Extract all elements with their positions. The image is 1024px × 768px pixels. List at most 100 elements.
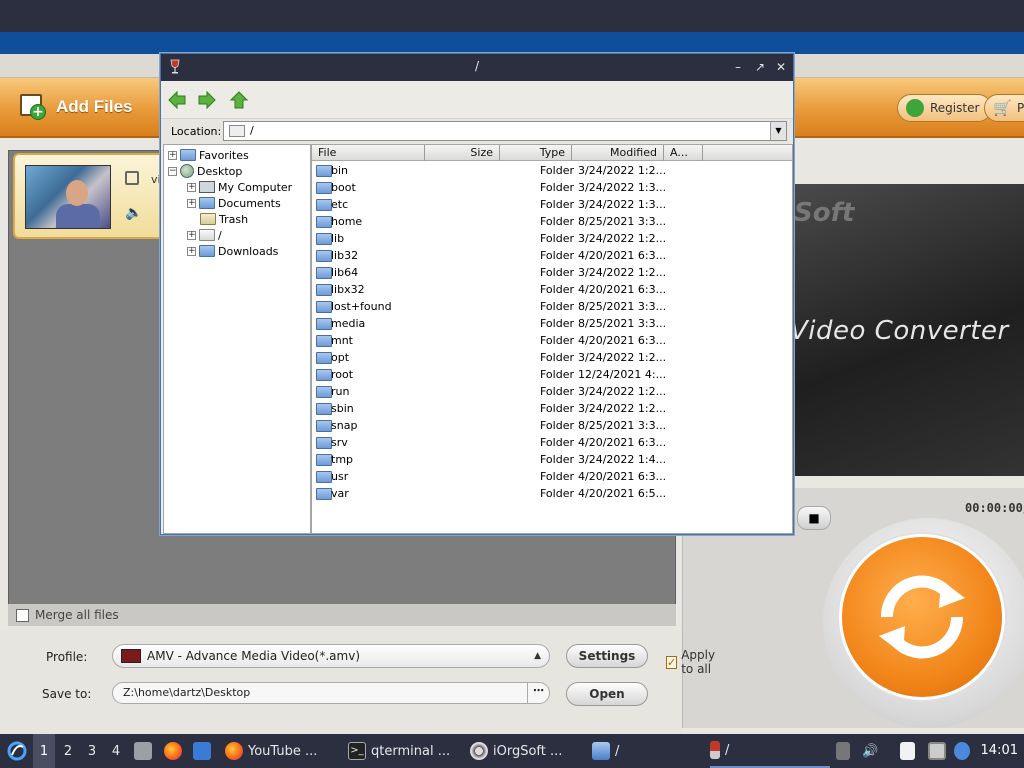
browse-button[interactable]: ⋯: [527, 682, 549, 704]
tree-item-root[interactable]: + /: [187, 227, 222, 243]
tree-expander[interactable]: +: [168, 150, 177, 160]
workspace-2[interactable]: 2: [57, 734, 79, 768]
tray-notifications[interactable]: [954, 734, 970, 768]
file-row[interactable]: srv Folder 4/20/2021 6:3...: [312, 435, 792, 452]
file-row[interactable]: tmp Folder 3/24/2022 1:4...: [312, 452, 792, 469]
tree-expander[interactable]: +: [187, 198, 196, 208]
close-button[interactable]: ✕: [772, 58, 790, 76]
start-menu-button[interactable]: [4, 734, 30, 768]
file-name: lib: [331, 232, 345, 245]
file-row[interactable]: opt Folder 3/24/2022 1:2...: [312, 350, 792, 367]
tree-item-trash[interactable]: Trash: [200, 211, 248, 227]
combo-arrow-icon[interactable]: ▼: [770, 122, 786, 140]
file-type: Folder: [540, 215, 574, 228]
open-button[interactable]: Open: [566, 682, 648, 706]
column-header-type[interactable]: Type: [500, 145, 572, 161]
apply-all-checkbox[interactable]: ✓: [666, 655, 678, 669]
add-files-button[interactable]: + Add Files: [20, 94, 133, 120]
tree-item-favorites[interactable]: + Favorites: [168, 147, 249, 163]
tree-expander[interactable]: −: [168, 166, 177, 176]
file-row[interactable]: boot Folder 3/24/2022 1:3...: [312, 180, 792, 197]
file-row[interactable]: etc Folder 3/24/2022 1:3...: [312, 197, 792, 214]
file-row[interactable]: lib64 Folder 3/24/2022 1:2...: [312, 265, 792, 282]
merge-checkbox[interactable]: [16, 608, 29, 622]
folder-icon: [316, 420, 332, 432]
task-folder[interactable]: /: [592, 734, 619, 768]
file-row[interactable]: root Folder 12/24/2021 4:...: [312, 367, 792, 384]
task-label: /: [615, 743, 620, 759]
file-row[interactable]: media Folder 8/25/2021 3:3...: [312, 316, 792, 333]
task-youtube[interactable]: YouTube ...: [225, 734, 317, 768]
tree-label: My Computer: [218, 180, 293, 194]
folder-tree: + Favorites − Desktop + My Computer + Do…: [163, 144, 311, 534]
snapshot-button[interactable]: ■: [797, 506, 831, 530]
minimize-button[interactable]: –: [729, 58, 747, 76]
clipboard-icon: [900, 742, 915, 760]
quicklaunch-files[interactable]: [134, 734, 152, 768]
speaker-icon: 🔈: [125, 205, 143, 221]
tree-expander[interactable]: +: [187, 246, 196, 256]
column-header-size[interactable]: Size: [425, 145, 500, 161]
merge-all-files[interactable]: Merge all files: [8, 604, 676, 626]
file-row[interactable]: libx32 Folder 4/20/2021 6:3...: [312, 282, 792, 299]
task-iorgsoft[interactable]: iOrgSoft ...: [470, 734, 562, 768]
file-name: mnt: [331, 334, 353, 347]
buy-button[interactable]: 🛒 P: [984, 94, 1024, 122]
task-qterminal[interactable]: >_ qterminal ...: [348, 734, 450, 768]
workspace-4[interactable]: 4: [105, 734, 127, 768]
file-row[interactable]: mnt Folder 4/20/2021 6:3...: [312, 333, 792, 350]
folder-icon: [316, 267, 332, 279]
file-row[interactable]: lib Folder 3/24/2022 1:2...: [312, 231, 792, 248]
restore-button[interactable]: ↗: [751, 58, 769, 76]
tree-item-desktop[interactable]: − Desktop: [168, 163, 242, 179]
tree-item-downloads[interactable]: + Downloads: [187, 243, 278, 259]
apply-to-all[interactable]: ✓ Apply to all: [666, 648, 717, 676]
file-row[interactable]: var Folder 4/20/2021 6:5...: [312, 486, 792, 503]
file-modified: 3/24/2022 1:2...: [578, 402, 667, 415]
file-name: snap: [331, 419, 358, 432]
column-header-modified[interactable]: Modified: [572, 145, 664, 161]
back-arrow-icon[interactable]: [167, 90, 187, 110]
tray-volume[interactable]: 🔊: [862, 734, 878, 768]
forward-arrow-icon[interactable]: [197, 90, 217, 110]
file-row[interactable]: usr Folder 4/20/2021 6:3...: [312, 469, 792, 486]
file-row[interactable]: snap Folder 8/25/2021 3:3...: [312, 418, 792, 435]
file-row[interactable]: sbin Folder 3/24/2022 1:2...: [312, 401, 792, 418]
folder-icon: [316, 403, 332, 415]
quicklaunch-desktop[interactable]: [193, 734, 211, 768]
location-combo[interactable]: / ▼: [223, 121, 787, 141]
quicklaunch-firefox[interactable]: [164, 734, 182, 768]
file-type: Folder: [540, 470, 574, 483]
file-type: Folder: [540, 198, 574, 211]
task-label: iOrgSoft ...: [493, 743, 563, 759]
tree-expander[interactable]: +: [187, 182, 196, 192]
tray-updates[interactable]: [836, 734, 850, 768]
tray-clipboard[interactable]: [900, 734, 915, 768]
file-row[interactable]: bin Folder 3/24/2022 1:2...: [312, 163, 792, 180]
tree-item-my-computer[interactable]: + My Computer: [187, 179, 292, 195]
file-name: opt: [331, 351, 350, 364]
convert-button[interactable]: [839, 534, 1005, 700]
file-row[interactable]: home Folder 8/25/2021 3:3...: [312, 214, 792, 231]
file-row[interactable]: lib32 Folder 4/20/2021 6:3...: [312, 248, 792, 265]
settings-button[interactable]: Settings: [566, 644, 648, 668]
file-row[interactable]: lost+found Folder 8/25/2021 3:3...: [312, 299, 792, 316]
workspace-3[interactable]: 3: [81, 734, 103, 768]
register-button[interactable]: Register: [897, 94, 993, 122]
tree-expander[interactable]: +: [187, 230, 196, 240]
tray-network[interactable]: [928, 734, 946, 768]
column-header-file[interactable]: File: [312, 145, 425, 161]
save-to-field[interactable]: Z:\home\dartz\Desktop ⋯: [112, 682, 550, 704]
workspace-1[interactable]: 1: [33, 734, 55, 768]
file-row[interactable]: run Folder 3/24/2022 1:2...: [312, 384, 792, 401]
clock[interactable]: 14:01: [981, 734, 1018, 768]
tree-item-documents[interactable]: + Documents: [187, 195, 281, 211]
up-arrow-icon[interactable]: [229, 90, 249, 110]
file-item[interactable]: 🔈 vic: [13, 153, 173, 239]
drive-icon: [199, 229, 215, 241]
folder-icon: [316, 369, 332, 381]
task-file-dialog[interactable]: /: [710, 734, 830, 768]
dialog-titlebar[interactable]: / – ↗ ✕: [161, 54, 793, 81]
column-header-attributes[interactable]: A...: [664, 145, 703, 161]
profile-select[interactable]: AMV - Advance Media Video(*.amv) ▲: [112, 644, 550, 668]
